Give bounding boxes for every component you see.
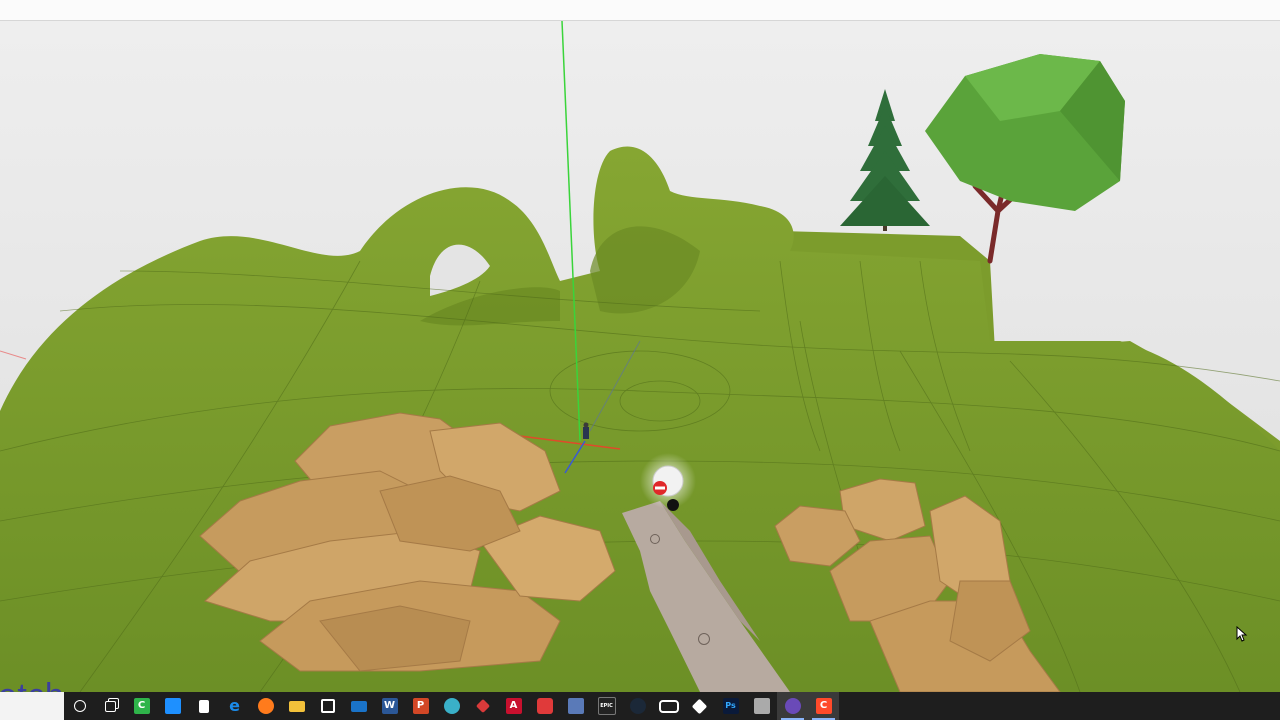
taskbar-button-oculus[interactable] (653, 692, 684, 720)
acrobat-icon: A (505, 698, 522, 714)
oculus-icon (658, 699, 679, 713)
gallery-icon (753, 698, 770, 714)
mouse-cursor-icon (1236, 626, 1248, 642)
taskbar-button-file-explorer[interactable] (281, 692, 312, 720)
window-top-strip (0, 0, 1280, 21)
powerpoint-icon: P (412, 698, 429, 714)
taskbar-button-unity[interactable] (684, 692, 715, 720)
unity-icon (691, 698, 708, 714)
taskbar-button-gallery[interactable] (746, 692, 777, 720)
taskbar-button-word[interactable]: W (374, 692, 405, 720)
sketchup-icon (536, 698, 553, 714)
image-viewer-icon (567, 698, 584, 714)
taskbar-button-image-viewer[interactable] (560, 692, 591, 720)
steam-icon (629, 698, 646, 714)
taskbar-button-photoshop[interactable]: Ps (715, 692, 746, 720)
taskbar-button-steam[interactable] (622, 692, 653, 720)
scale-figure (583, 422, 589, 439)
cortana-search-icon (73, 700, 86, 712)
taskbar-button-cortana-search[interactable] (64, 692, 95, 720)
notes-app-icon (164, 698, 181, 714)
camtasia-icon: C (133, 698, 150, 714)
taskbar-button-edge-browser[interactable]: e (219, 692, 250, 720)
edge-browser-icon: e (229, 696, 240, 715)
taskbar-button-notes-app[interactable] (157, 692, 188, 720)
windows-taskbar: Ce W P A EPIC Ps C (0, 692, 1280, 720)
gravity-sketch-icon: C (815, 698, 832, 714)
scene-canvas[interactable] (0, 21, 1280, 692)
word-icon: W (381, 698, 398, 714)
photoshop-icon: Ps (722, 698, 739, 714)
epic-games-icon: EPIC (597, 697, 616, 715)
taskbar-button-firefox[interactable] (250, 692, 281, 720)
task-view-icon (105, 700, 116, 712)
taskbar-search-box[interactable] (0, 692, 64, 720)
settings-gear-icon (443, 698, 460, 714)
taskbar-button-acrobat[interactable]: A (498, 692, 529, 720)
taskbar-button-sketchup[interactable] (529, 692, 560, 720)
app-brand-text: etch (0, 676, 64, 692)
ruby-app-icon (475, 698, 490, 714)
taskbar-button-epic-games[interactable]: EPIC (591, 692, 622, 720)
taskbar-button-settings-gear[interactable] (436, 692, 467, 720)
taskbar-button-mail[interactable] (343, 692, 374, 720)
taskbar-button-ruby-app[interactable] (467, 692, 498, 720)
firefox-icon (257, 698, 274, 714)
file-icon (198, 699, 209, 713)
taskbar-button-camtasia[interactable]: C (126, 692, 157, 720)
taskbar-button-gravity-sketch[interactable]: C (808, 692, 839, 720)
store-icon (320, 699, 335, 713)
vr-3d-viewport[interactable]: etch (0, 21, 1280, 692)
taskbar-button-store[interactable] (312, 692, 343, 720)
taskbar-button-vr-sketch[interactable] (777, 692, 808, 720)
taskbar-button-powerpoint[interactable]: P (405, 692, 436, 720)
taskbar-button-task-view[interactable] (95, 692, 126, 720)
mail-icon (350, 700, 367, 712)
file-explorer-icon (288, 700, 305, 712)
vr-sketch-icon (784, 698, 801, 714)
taskbar-button-file[interactable] (188, 692, 219, 720)
